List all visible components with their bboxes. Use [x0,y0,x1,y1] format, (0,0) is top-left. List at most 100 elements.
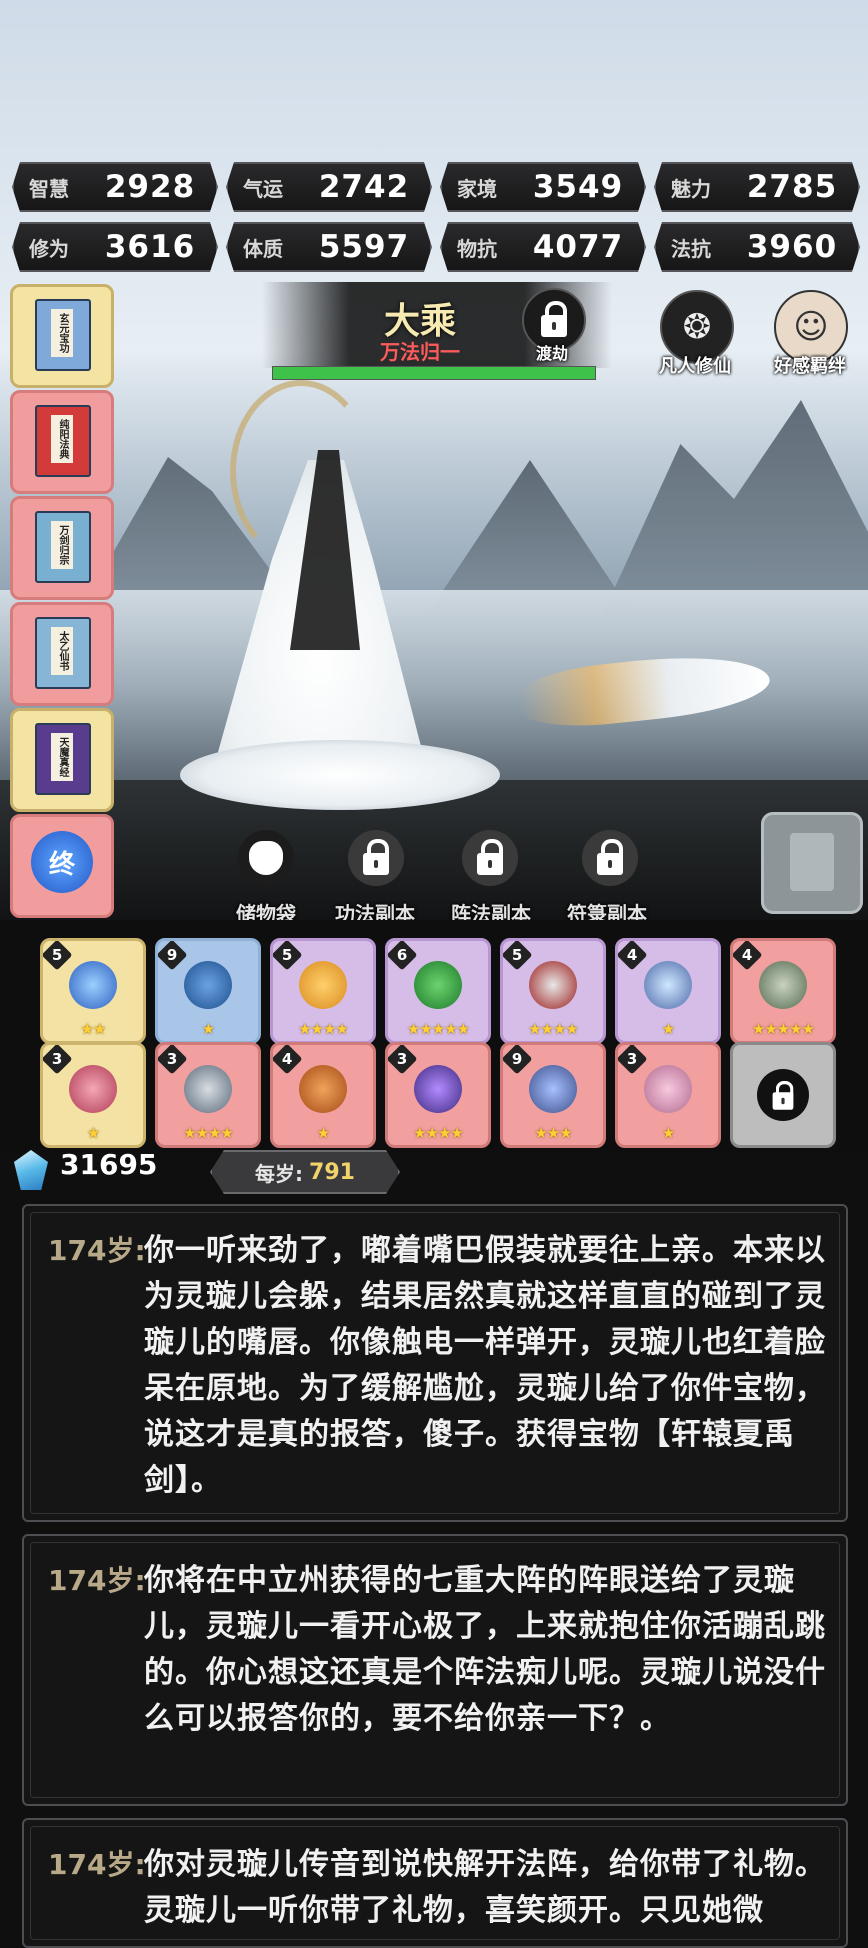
inventory-item[interactable]: 3 ★★★★ [385,1042,491,1148]
item-level-badge: 3 [618,1045,648,1075]
bag-icon [238,830,294,886]
stat-box: 气运 2742 [226,162,432,212]
locked-item-slot[interactable] [730,1042,836,1148]
rate-value: 791 [309,1159,355,1185]
tab-talisman-dungeon[interactable] [570,830,650,894]
stat-box: 物抗 4077 [440,222,646,272]
item-stars: ★★★★ [183,1124,234,1142]
inventory-item[interactable]: 6 ★★★★★ [385,938,491,1044]
inventory-item[interactable]: 5 ★★ [40,938,146,1044]
tab-technique-dungeon[interactable] [336,830,416,894]
gourd-icon [299,961,347,1009]
claw-icon [414,961,462,1009]
scroll-button[interactable] [761,812,863,914]
stat-box: 体质 5597 [226,222,432,272]
inventory-item[interactable]: 5 ★★★★ [500,938,606,1044]
stat-label: 法抗 [671,236,711,261]
stat-label: 物抗 [457,236,497,261]
item-stars: ★★★★ [413,1124,464,1142]
tribulation-label: 渡劫 [535,344,568,363]
item-stars: ★★★★★ [406,1020,470,1038]
final-seal-icon: 终 [31,831,93,893]
skill-book-button[interactable]: 万剑归宗 [10,496,114,600]
skill-title: 纯阳法典 [51,415,73,463]
item-stars: ★★ [80,1020,107,1038]
skill-book-button[interactable]: 天魔真经 [10,708,114,812]
item-level-badge: 3 [158,1045,188,1075]
item-level-badge: 6 [388,941,418,971]
stat-value: 2785 [746,169,838,205]
mirror-icon [414,1065,462,1113]
realm-subtitle: 万法归一 [380,340,460,364]
inventory-item[interactable]: 3 ★★★★ [155,1042,261,1148]
censer-icon [299,1065,347,1113]
inventory-item[interactable]: 4 ★ [615,938,721,1044]
stat-box: 家境 3549 [440,162,646,212]
item-level-badge: 4 [273,1045,303,1075]
skill-title: 终 [48,849,75,880]
skill-title: 玄元宝功 [51,309,73,357]
item-level-badge: 5 [503,941,533,971]
lock-icon [582,830,638,886]
skill-book-button[interactable]: 玄元宝功 [10,284,114,388]
inventory-item[interactable]: 4 ★★★★★ [730,938,836,1044]
stat-box: 魅力 2785 [654,162,860,212]
inventory-item[interactable]: 5 ★★★★ [270,938,376,1044]
dagger-icon [184,1065,232,1113]
book-icon: 天魔真经 [35,723,91,795]
skill-book-button[interactable]: 终 [10,814,114,918]
inventory-item[interactable]: 3 ★ [40,1042,146,1148]
stat-box: 法抗 3960 [654,222,860,272]
inventory-item[interactable]: 4 ★ [270,1042,376,1148]
stat-label: 体质 [243,236,283,261]
tab-formation-dungeon[interactable] [450,830,530,894]
tab-storage-bag[interactable] [226,830,306,894]
item-level-badge: 5 [43,941,73,971]
skill-book-button[interactable]: 纯阳法典 [10,390,114,494]
inventory-item[interactable]: 9 ★★★ [500,1042,606,1148]
item-stars: ★ [86,1124,100,1142]
stat-box: 修为 3616 [12,222,218,272]
scroll-icon [644,1065,692,1113]
item-stars: ★ [316,1124,330,1142]
realm-progress-bar [272,366,596,380]
staff-icon [529,1065,577,1113]
item-stars: ★★★★ [528,1020,579,1038]
lock-icon [541,301,567,337]
crystal-count: 31695 [60,1148,158,1181]
skill-book-button[interactable]: 太乙仙书 [10,602,114,706]
mountain [600,400,868,620]
stat-label: 智慧 [29,176,69,201]
per-year-rate: 每岁: 791 [210,1150,400,1194]
item-stars: ★★★ [534,1124,572,1142]
rate-label: 每岁: [255,1161,304,1186]
log-entry: 174岁: 你将在中立州获得的七重大阵的阵眼送给了灵璇儿，灵璇儿一看开心极了，上… [22,1534,848,1806]
character-cloud [180,740,500,810]
inventory-item[interactable]: 9 ★ [155,938,261,1044]
book-icon: 玄元宝功 [35,299,91,371]
log-text: 你一听来劲了，嘟着嘴巴假装就要往上亲。本来以为灵璇儿会躲，结果居然真就这样直直的… [144,1233,826,1498]
skill-title: 太乙仙书 [51,627,73,675]
item-level-badge: 4 [733,941,763,971]
stat-label: 修为 [29,236,69,261]
lock-icon [462,830,518,886]
orb-icon [69,961,117,1009]
realm-progress-fill [273,367,595,379]
log-age: 174岁: [48,1848,146,1881]
item-level-badge: 3 [43,1045,73,1075]
item-level-badge: 4 [618,941,648,971]
cauldron-icon [69,1065,117,1113]
log-text: 你将在中立州获得的七重大阵的阵眼送给了灵璇儿，灵璇儿一看开心极了，上来就抱住你活… [144,1563,826,1736]
stat-value: 4077 [532,229,624,265]
stat-value: 3616 [104,229,196,265]
scroll-icon [790,833,834,891]
stat-value: 5597 [318,229,410,265]
inventory-item[interactable]: 3 ★ [615,1042,721,1148]
axe-icon [759,961,807,1009]
log-text: 你对灵璇儿传音到说快解开法阵，给你带了礼物。灵璇儿一听你带了礼物，喜笑颜开。只见… [144,1847,826,1928]
boots-icon [184,961,232,1009]
item-stars: ★ [661,1020,675,1038]
lock-icon [348,830,404,886]
skill-title: 万剑归宗 [51,521,73,569]
item-stars: ★ [201,1020,215,1038]
